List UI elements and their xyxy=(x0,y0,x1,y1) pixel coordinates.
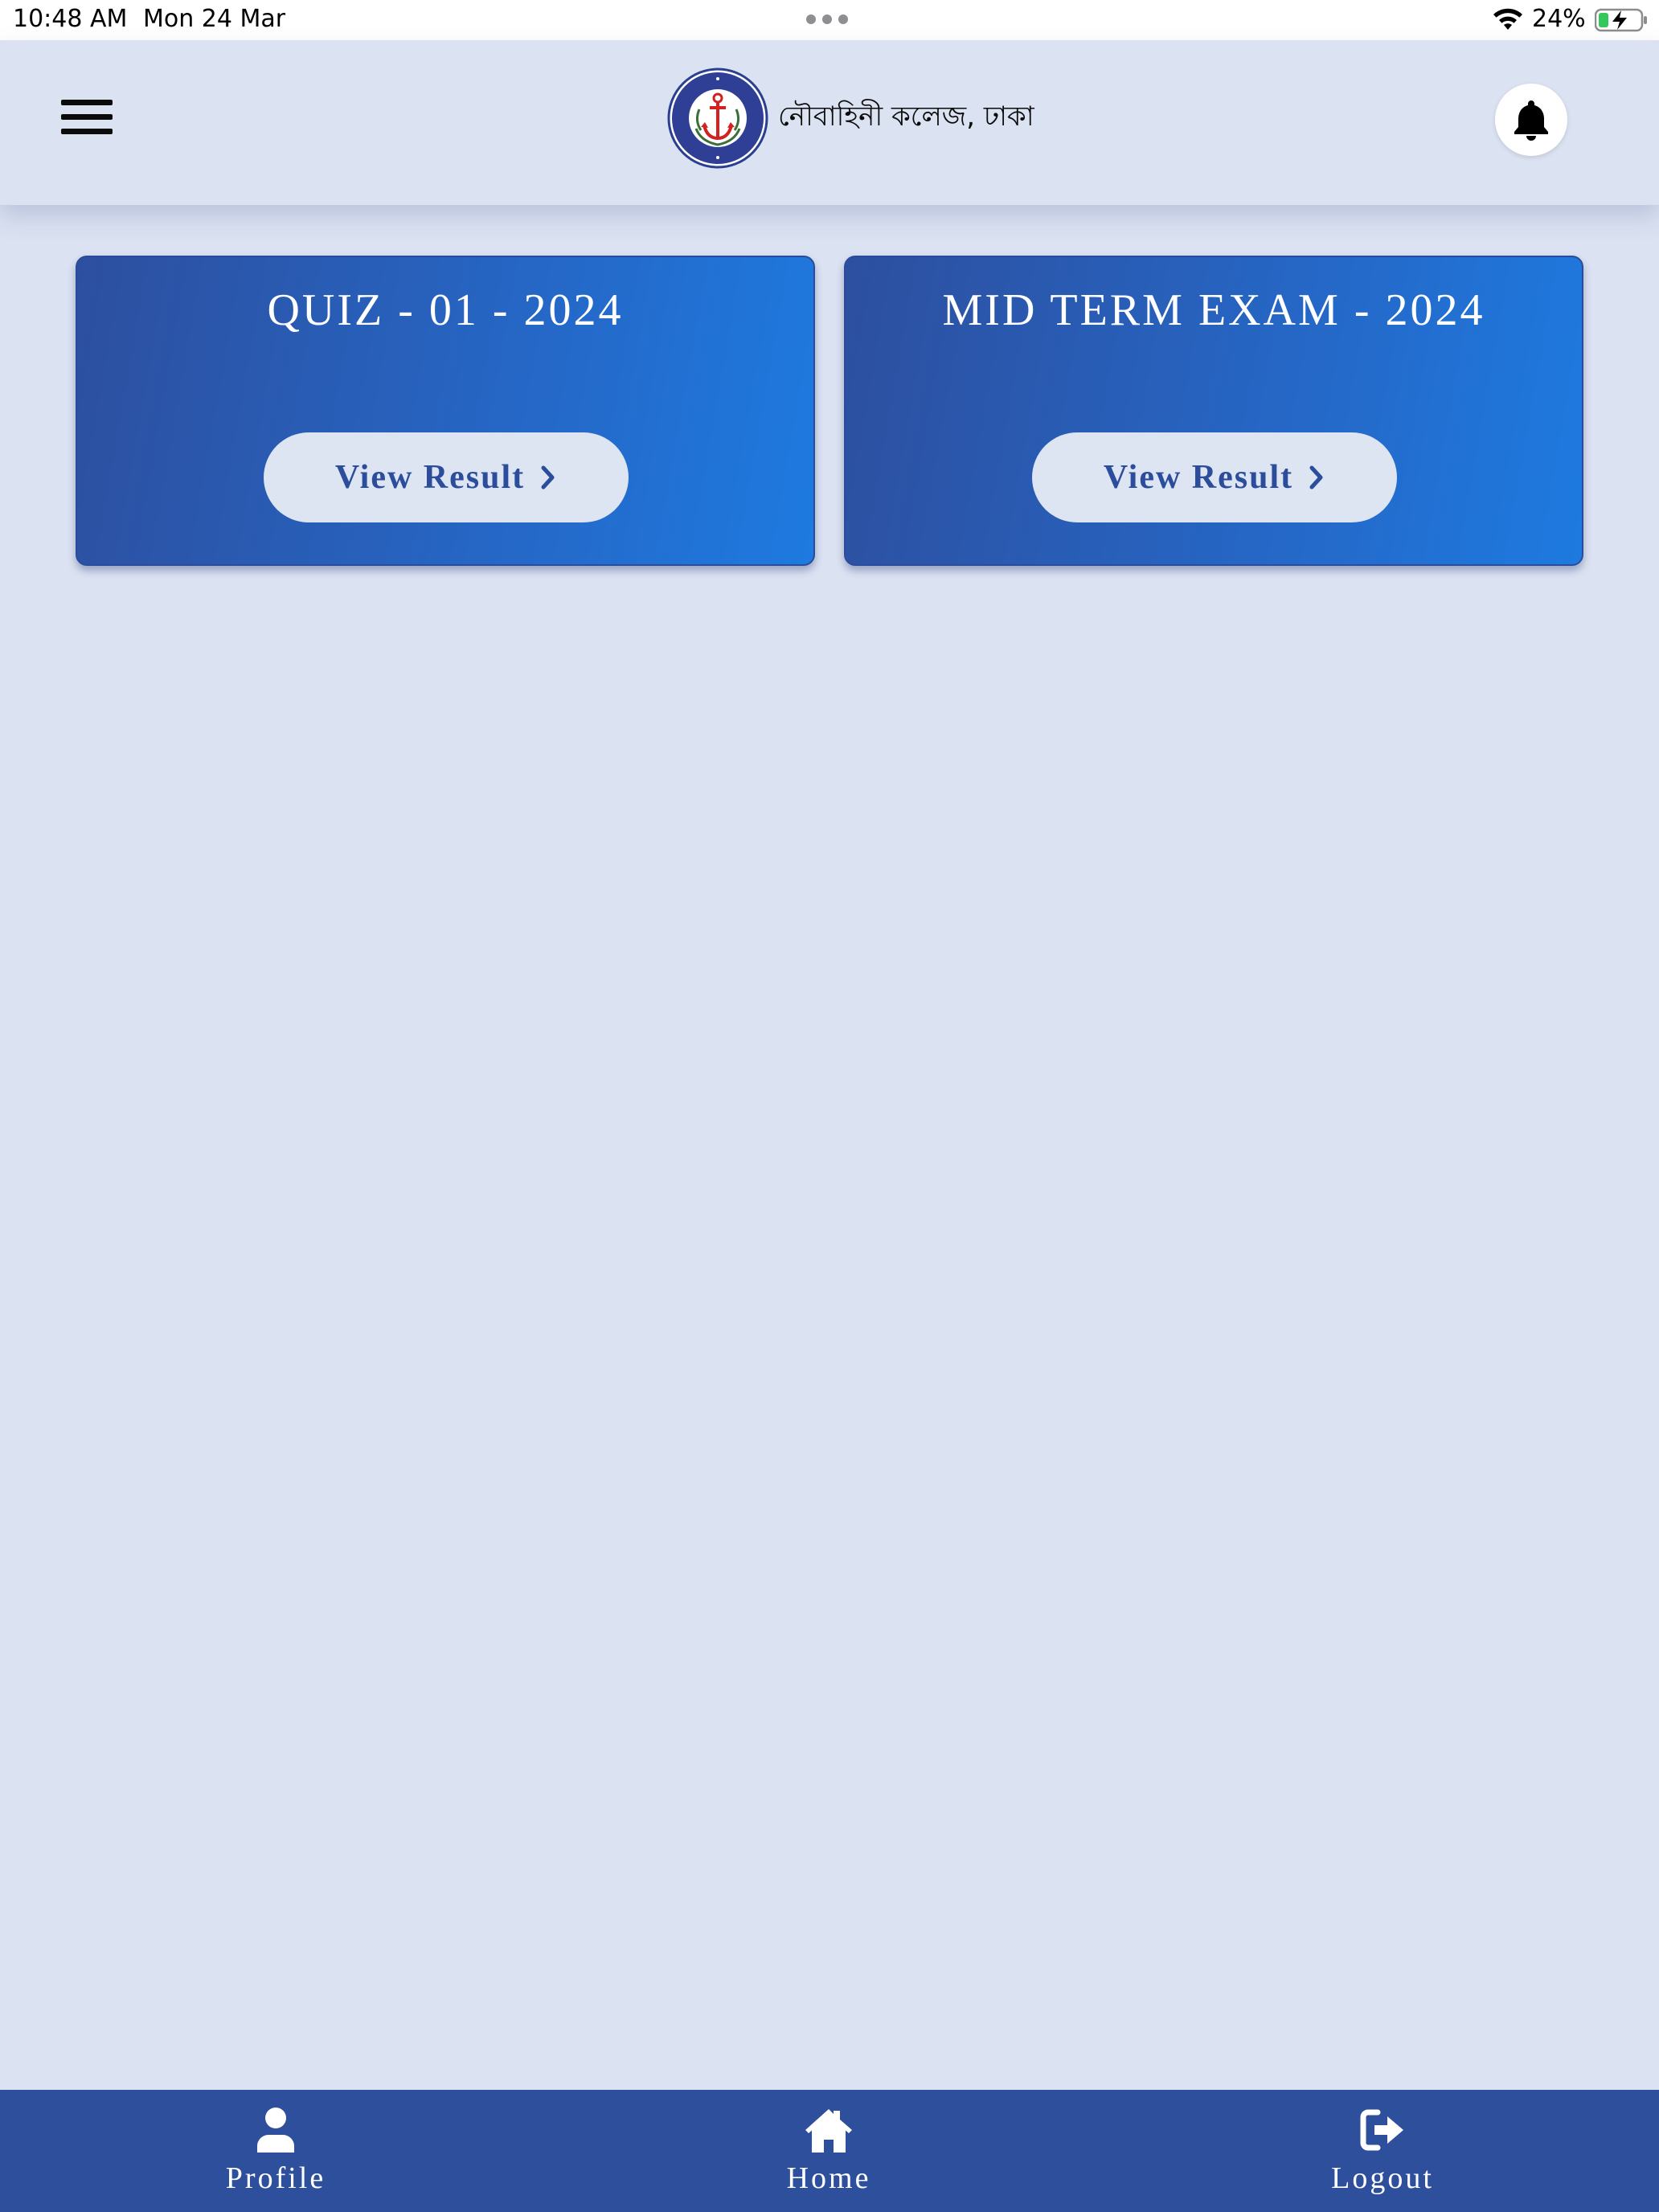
nav-profile[interactable]: Profile xyxy=(155,2106,396,2202)
status-time: 10:48 AM xyxy=(13,5,128,33)
anchor-emblem-logo xyxy=(667,68,768,169)
chevron-right-icon xyxy=(1309,465,1323,490)
hamburger-menu-icon[interactable] xyxy=(58,96,114,138)
brand: নৌবাহিনী কলেজ, ঢাকা xyxy=(667,68,1034,169)
status-date: Mon 24 Mar xyxy=(143,5,286,33)
nav-logout[interactable]: Logout xyxy=(1262,2106,1503,2202)
bell-icon xyxy=(1514,100,1548,141)
view-result-label: View Result xyxy=(334,459,526,496)
user-icon xyxy=(257,2108,294,2153)
view-result-button[interactable]: View Result xyxy=(1032,432,1397,522)
result-card-midterm: MID TERM EXAM - 2024 View Result xyxy=(844,256,1583,566)
view-result-button[interactable]: View Result xyxy=(264,432,629,522)
card-title: MID TERM EXAM - 2024 xyxy=(942,285,1485,335)
battery-charging-icon xyxy=(1595,8,1647,32)
card-title: QUIZ - 01 - 2024 xyxy=(267,285,624,335)
home-icon xyxy=(805,2109,852,2153)
notification-button[interactable] xyxy=(1495,84,1567,156)
view-result-label: View Result xyxy=(1103,459,1294,496)
bottom-navigation: Profile Home Logout xyxy=(0,2090,1659,2212)
status-bar: 10:48 AM Mon 24 Mar 24% xyxy=(0,0,1659,40)
battery-percent: 24% xyxy=(1532,5,1586,33)
multitasking-dots-icon[interactable] xyxy=(806,14,848,24)
logout-icon xyxy=(1360,2109,1403,2151)
chevron-right-icon xyxy=(541,465,555,490)
nav-label: Profile xyxy=(225,2161,326,2195)
nav-label: Home xyxy=(786,2161,871,2195)
wifi-icon xyxy=(1493,8,1522,30)
college-name: নৌবাহিনী কলেজ, ঢাকা xyxy=(778,100,1034,133)
nav-home[interactable]: Home xyxy=(708,2106,949,2202)
nav-label: Logout xyxy=(1331,2161,1434,2195)
app-header: নৌবাহিনী কলেজ, ঢাকা xyxy=(0,40,1659,205)
result-card-quiz: QUIZ - 01 - 2024 View Result xyxy=(76,256,815,566)
